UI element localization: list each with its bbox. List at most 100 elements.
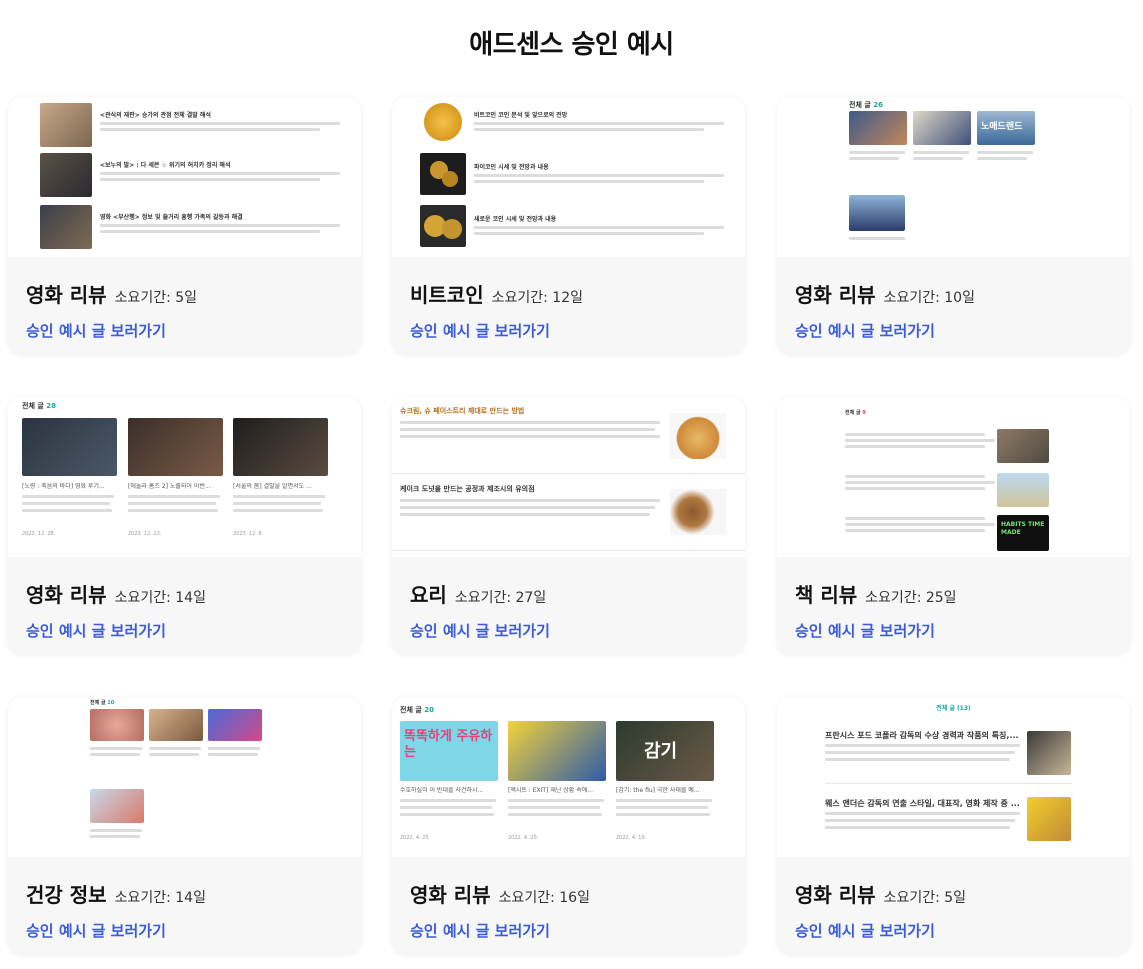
thumbnail-text: 감기	[644, 741, 678, 762]
post-title: [노량 : 죽음의 바다] 영화 후기...	[22, 483, 105, 490]
thumbnail-text: 노매드랜드	[981, 122, 1023, 132]
post-title: 수호하실이 이 반대를 사건하시...	[400, 787, 484, 794]
post-date: 2023. 12. 28.	[22, 531, 56, 537]
cream-puff-image	[670, 413, 726, 459]
card-duration: 소요기간: 25일	[865, 590, 957, 606]
thumbnail-image	[997, 429, 1049, 463]
card-duration: 소요기간: 10일	[883, 290, 975, 306]
post-title: [서울의 봄] 결말을 알면서도 ...	[233, 483, 312, 490]
thumbnail-image	[233, 418, 328, 476]
blog-screenshot: 전체 글 20 똑똑하게 주유하는 감기 수호하실이 이 반대를 사건하시...…	[392, 697, 745, 857]
list-header: 전체 글	[90, 700, 106, 706]
post-title: 프란시스 포드 코폴라 감독의 수상 경력과 작품의 특징,...	[825, 731, 1019, 740]
card-movie-review-3[interactable]: 전체 글 28 [노량 : 죽음의 바다] 영화 후기... [에놀라 홈즈 2…	[8, 397, 361, 654]
card-cooking[interactable]: 슈크림, 슈 페이스트리 제대로 만드는 방법 케이크 도넛을 만드는 공정과 …	[392, 397, 745, 654]
thumbnail-image	[40, 103, 92, 147]
book-cover-image: HABITS TIME MADE	[997, 515, 1049, 551]
post-title: 웨스 앤더슨 감독의 연출 스타일, 대표작, 영화 제작 중 ...	[825, 799, 1020, 808]
thumbnail-image	[90, 789, 144, 823]
blog-screenshot: 전체 글 9 HABITS TIME MADE	[777, 397, 1130, 557]
card-category: 책 리뷰	[795, 583, 858, 607]
list-header: 전체 글	[400, 706, 422, 714]
blog-screenshot: 전체 글 (13) 프란시스 포드 코폴라 감독의 수상 경력과 작품의 특징,…	[777, 697, 1130, 857]
card-duration: 소요기간: 27일	[454, 590, 547, 606]
thumbnail-image: 똑똑하게 주유하는	[400, 721, 498, 781]
card-movie-review-5[interactable]: 전체 글 (13) 프란시스 포드 코폴라 감독의 수상 경력과 작품의 특징,…	[777, 697, 1130, 954]
view-example-link[interactable]: 승인 예시 글 보러가기	[795, 620, 1120, 641]
post-title: <보누의 말> : 다 세븐 ☆ 위기의 허치카 정리 해석	[100, 162, 231, 169]
view-example-link[interactable]: 승인 예시 글 보러가기	[410, 920, 735, 941]
post-title: 영화 <부산행> 정보 및 줄거리 흥행 가족의 갈등과 해결	[100, 214, 243, 221]
card-movie-review-2[interactable]: 전체 글 26 노매드랜드 영화 리뷰 소요기간: 10일 승인 예시 글 보러가…	[777, 97, 1130, 354]
view-example-link[interactable]: 승인 예시 글 보러가기	[26, 620, 351, 641]
thumbnail-image	[1027, 731, 1071, 775]
thumbnail-text: 똑똑하게 주유하는	[404, 729, 493, 760]
thumbnail-image	[913, 111, 971, 145]
blog-screenshot: 전체 글 26 노매드랜드	[777, 97, 1130, 257]
card-category: 영화 리뷰	[26, 283, 107, 307]
post-title: <관식의 재판> 승가의 관점 전체 결말 해석	[100, 112, 211, 119]
thumbnail-image	[849, 195, 905, 231]
card-duration: 소요기간: 12일	[491, 290, 583, 306]
book-cover-text: HABITS TIME MADE	[1001, 521, 1045, 536]
coin-image	[420, 205, 466, 247]
card-category: 영화 리뷰	[410, 883, 491, 907]
coin-image	[420, 153, 466, 195]
thumbnail-image	[90, 709, 144, 741]
post-title: [감기: the flu] 극한 사태를 예...	[616, 787, 700, 794]
blog-screenshot: 비트코인 코인 분석 및 앞으로의 전망 파이코인 시세 및 전망과 내용 새로…	[392, 97, 745, 257]
list-header: 전체 글 (13)	[936, 705, 971, 712]
card-movie-review-1[interactable]: <관식의 재판> 승가의 관점 전체 결말 해석 <보누의 말> : 다 세븐 …	[8, 97, 361, 354]
card-health-info[interactable]: 전체 글 10 건강 정보 소요기간: 14일 승인 예시 글 보러가기	[8, 697, 361, 954]
view-example-link[interactable]: 승인 예시 글 보러가기	[26, 920, 351, 941]
post-count: 10	[107, 700, 115, 706]
post-date: 2023. 12. 13.	[128, 531, 162, 537]
card-category: 영화 리뷰	[795, 283, 876, 307]
list-header: 전체 글	[849, 101, 871, 109]
list-header: 전체 글	[22, 402, 44, 410]
card-category: 요리	[410, 583, 447, 607]
view-example-link[interactable]: 승인 예시 글 보러가기	[795, 920, 1120, 941]
view-example-link[interactable]: 승인 예시 글 보러가기	[410, 620, 735, 641]
thumbnail-image	[208, 709, 262, 741]
thumbnail-image	[849, 111, 907, 145]
view-example-link[interactable]: 승인 예시 글 보러가기	[410, 320, 735, 341]
post-count: 20	[424, 706, 434, 714]
post-title: 새로운 코인 시세 및 전망과 내용	[474, 216, 557, 223]
thumbnail-image	[22, 418, 117, 476]
thumbnail-image	[997, 473, 1049, 507]
card-category: 영화 리뷰	[795, 883, 876, 907]
thumbnail-image: 감기	[616, 721, 714, 781]
post-count: 28	[46, 402, 56, 410]
view-example-link[interactable]: 승인 예시 글 보러가기	[795, 320, 1120, 341]
post-title: 파이코인 시세 및 전망과 내용	[474, 164, 549, 171]
donut-image	[670, 489, 726, 535]
blog-screenshot: 슈크림, 슈 페이스트리 제대로 만드는 방법 케이크 도넛을 만드는 공정과 …	[392, 397, 745, 557]
post-title: [엑시트 : EXIT] 재난 상황 속에...	[508, 787, 593, 794]
thumbnail-image	[128, 418, 223, 476]
post-title: 케이크 도넛을 만드는 공정과 제조시의 유의점	[400, 485, 535, 493]
card-book-review[interactable]: 전체 글 9 HABITS TIME MADE 책 리뷰 소요기간: 25일 승인…	[777, 397, 1130, 654]
thumbnail-image	[508, 721, 606, 781]
list-header: 전체 글	[845, 410, 861, 416]
card-category: 건강 정보	[26, 883, 107, 907]
card-duration: 소요기간: 14일	[114, 890, 206, 906]
post-date: 2022. 4. 20.	[508, 835, 539, 841]
thumbnail-image: 노매드랜드	[977, 111, 1035, 145]
card-category: 비트코인	[410, 283, 484, 307]
post-title: 비트코인 코인 분석 및 앞으로의 전망	[474, 112, 568, 119]
thumbnail-image	[1027, 797, 1071, 841]
card-duration: 소요기간: 14일	[114, 590, 206, 606]
blog-screenshot: 전체 글 28 [노량 : 죽음의 바다] 영화 후기... [에놀라 홈즈 2…	[8, 397, 361, 557]
post-title: [에놀라 홈즈 2] 노출되어 이번...	[128, 483, 211, 490]
blog-screenshot: 전체 글 10	[8, 697, 361, 857]
card-movie-review-4[interactable]: 전체 글 20 똑똑하게 주유하는 감기 수호하실이 이 반대를 사건하시...…	[392, 697, 745, 954]
view-example-link[interactable]: 승인 예시 글 보러가기	[26, 320, 351, 341]
card-bitcoin[interactable]: 비트코인 코인 분석 및 앞으로의 전망 파이코인 시세 및 전망과 내용 새로…	[392, 97, 745, 354]
thumbnail-image	[149, 709, 203, 741]
card-duration: 소요기간: 5일	[883, 890, 967, 906]
thumbnail-image	[40, 153, 92, 197]
post-date: 2022. 4. 25.	[400, 835, 431, 841]
card-category: 영화 리뷰	[26, 583, 107, 607]
post-count: 26	[873, 101, 883, 109]
